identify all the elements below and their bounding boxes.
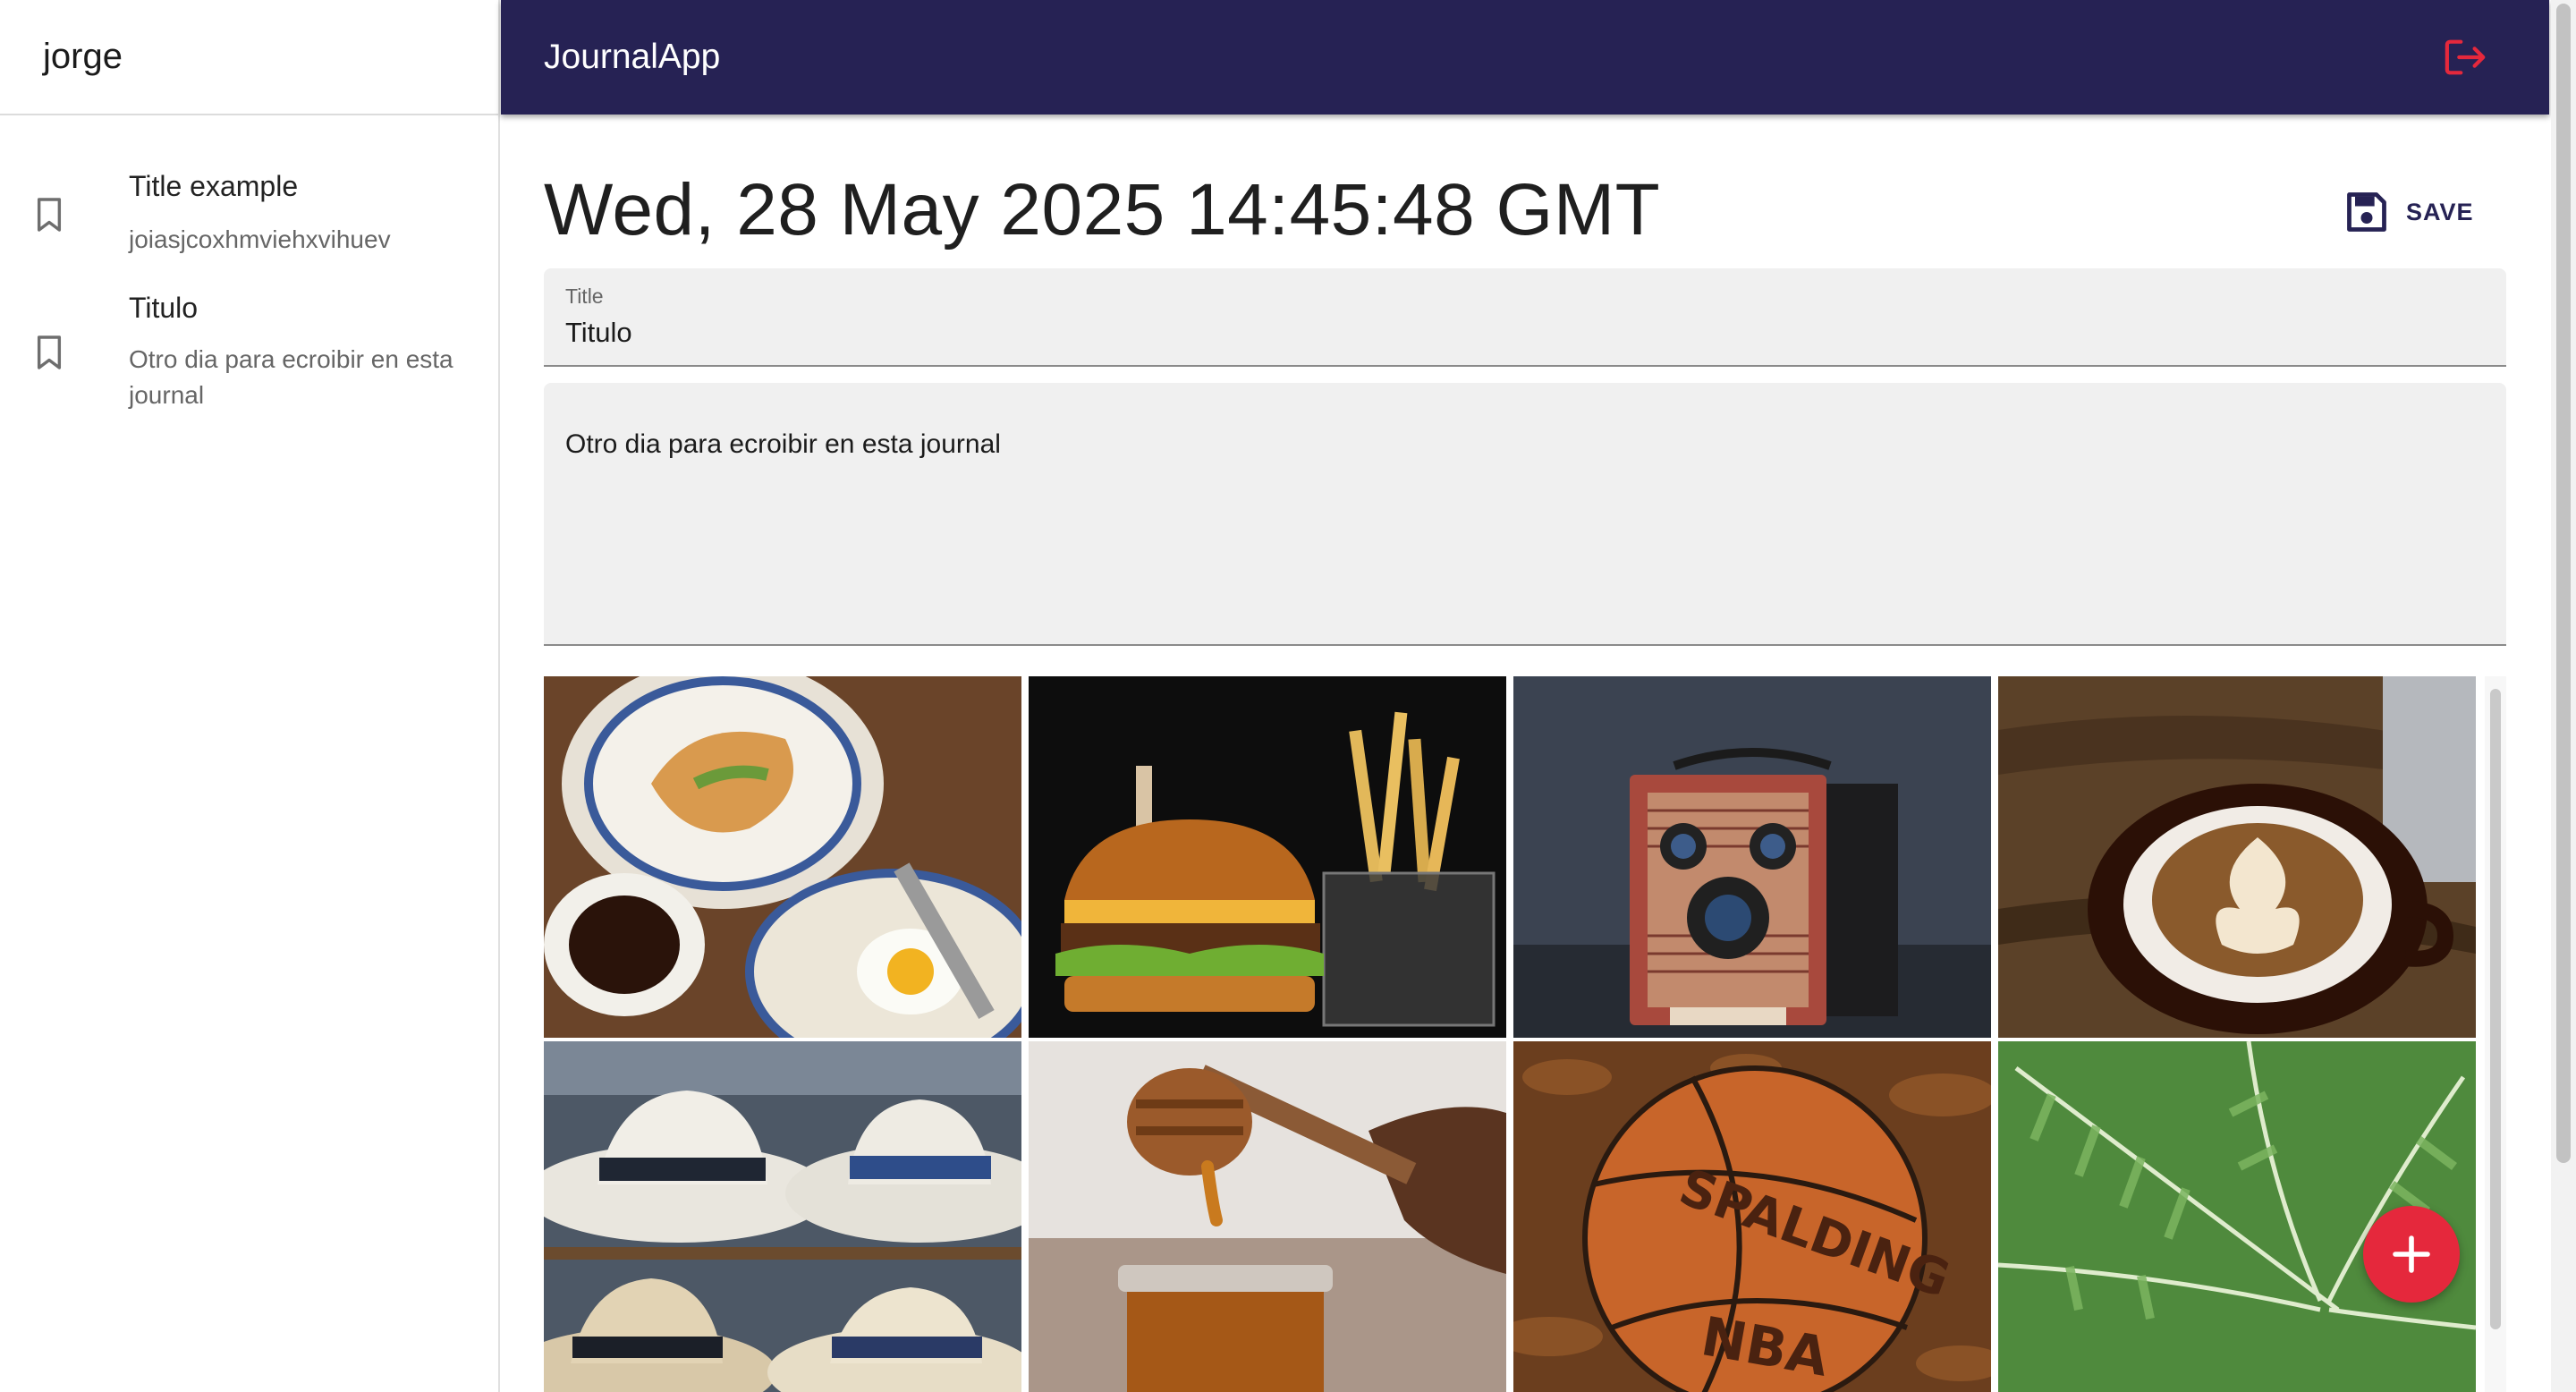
sidebar-entry[interactable]: Titulo Otro dia para ecroibir en esta jo… (0, 281, 498, 433)
entry-title: Title example (129, 170, 299, 202)
entry-preview: joiasjcoxhmviehxvihuev (129, 225, 391, 253)
title-input[interactable]: Titulo (565, 317, 632, 349)
entry-preview: Otro dia para ecroibir en esta journal (129, 345, 453, 409)
gallery-image[interactable] (1998, 676, 2476, 1038)
gallery-image[interactable] (1029, 676, 1506, 1038)
save-label: SAVE (2406, 198, 2474, 225)
bookmark-icon (37, 198, 62, 232)
app-title: JournalApp (544, 38, 721, 76)
gallery-image[interactable] (544, 676, 1021, 1038)
straw-hats-photo (544, 1041, 1021, 1392)
breakfast-photo (544, 676, 1021, 1038)
logout-icon[interactable] (2444, 36, 2488, 79)
sidebar-header: jorge (0, 0, 498, 115)
save-button[interactable]: SAVE (2343, 184, 2487, 240)
gallery-image[interactable] (1029, 1041, 1506, 1392)
title-field-label: Title (565, 284, 604, 308)
gallery-scrollbar-thumb[interactable] (2490, 689, 2501, 1329)
page-scrollbar-thumb[interactable] (2556, 4, 2571, 1163)
burger-fries-photo (1029, 676, 1506, 1038)
image-gallery: SPALDING NBA (544, 676, 2485, 1392)
body-field[interactable]: Otro dia para ecroibir en esta journal (544, 383, 2506, 646)
basketball-photo: SPALDING NBA (1513, 1041, 1991, 1392)
bookmark-icon (37, 335, 62, 369)
add-icon (2393, 1235, 2430, 1273)
note-date: Wed, 28 May 2025 14:45:48 GMT (544, 169, 1661, 250)
body-textarea[interactable]: Otro dia para ecroibir en esta journal (565, 429, 1001, 460)
save-icon (2347, 192, 2386, 232)
gallery-image[interactable] (1513, 676, 1991, 1038)
vintage-camera-photo (1513, 676, 1991, 1038)
add-entry-button[interactable] (2363, 1206, 2460, 1303)
title-field[interactable]: Title Titulo (544, 268, 2506, 367)
sidebar-entry[interactable]: Title example joiasjcoxhmviehxvihuev (0, 143, 498, 277)
entry-title: Titulo (129, 292, 199, 324)
gallery-image[interactable] (544, 1041, 1021, 1392)
latte-art-photo (1998, 676, 2476, 1038)
sidebar: jorge Title example joiasjcoxhmviehxvihu… (0, 0, 500, 1392)
honey-dipper-photo (1029, 1041, 1506, 1392)
app-bar: JournalApp (501, 0, 2549, 115)
username: jorge (43, 37, 123, 76)
gallery-image[interactable]: SPALDING NBA (1513, 1041, 1991, 1392)
